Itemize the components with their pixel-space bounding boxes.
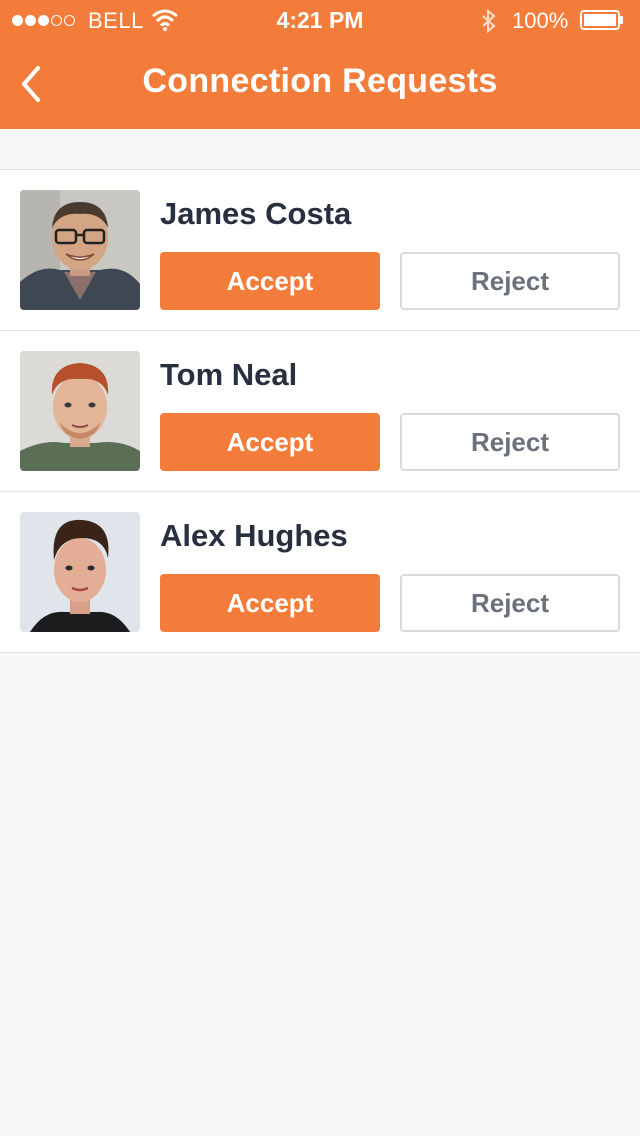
requester-name: Alex Hughes xyxy=(160,518,348,553)
reject-button[interactable]: Reject xyxy=(400,413,620,471)
request-row: Alex Hughes Accept Reject xyxy=(0,492,640,653)
accept-button[interactable]: Accept xyxy=(160,574,380,632)
signal-strength-icon xyxy=(12,10,77,30)
accept-button[interactable]: Accept xyxy=(160,413,380,471)
avatar xyxy=(20,512,140,632)
request-row: Tom Neal Accept Reject xyxy=(0,331,640,492)
reject-button[interactable]: Reject xyxy=(400,574,620,632)
requester-name: Tom Neal xyxy=(160,357,298,392)
carrier-name: BELL xyxy=(88,8,144,33)
avatar xyxy=(20,190,140,310)
navigation-bar: Connection Requests xyxy=(0,40,640,129)
reject-button[interactable]: Reject xyxy=(400,252,620,310)
bluetooth-icon xyxy=(482,9,496,33)
requester-name: James Costa xyxy=(160,196,352,231)
page-title: Connection Requests xyxy=(142,62,498,100)
accept-button[interactable]: Accept xyxy=(160,252,380,310)
wifi-icon xyxy=(152,9,178,31)
request-row: James Costa Accept Reject xyxy=(0,170,640,331)
status-bar: BELL 4:21 PM 100% xyxy=(0,0,640,40)
connection-requests-list: James Costa Accept Reject Tom Neal Accep… xyxy=(0,169,640,653)
avatar xyxy=(20,351,140,471)
battery-percentage: 100% xyxy=(512,8,569,33)
battery-icon xyxy=(580,10,623,30)
